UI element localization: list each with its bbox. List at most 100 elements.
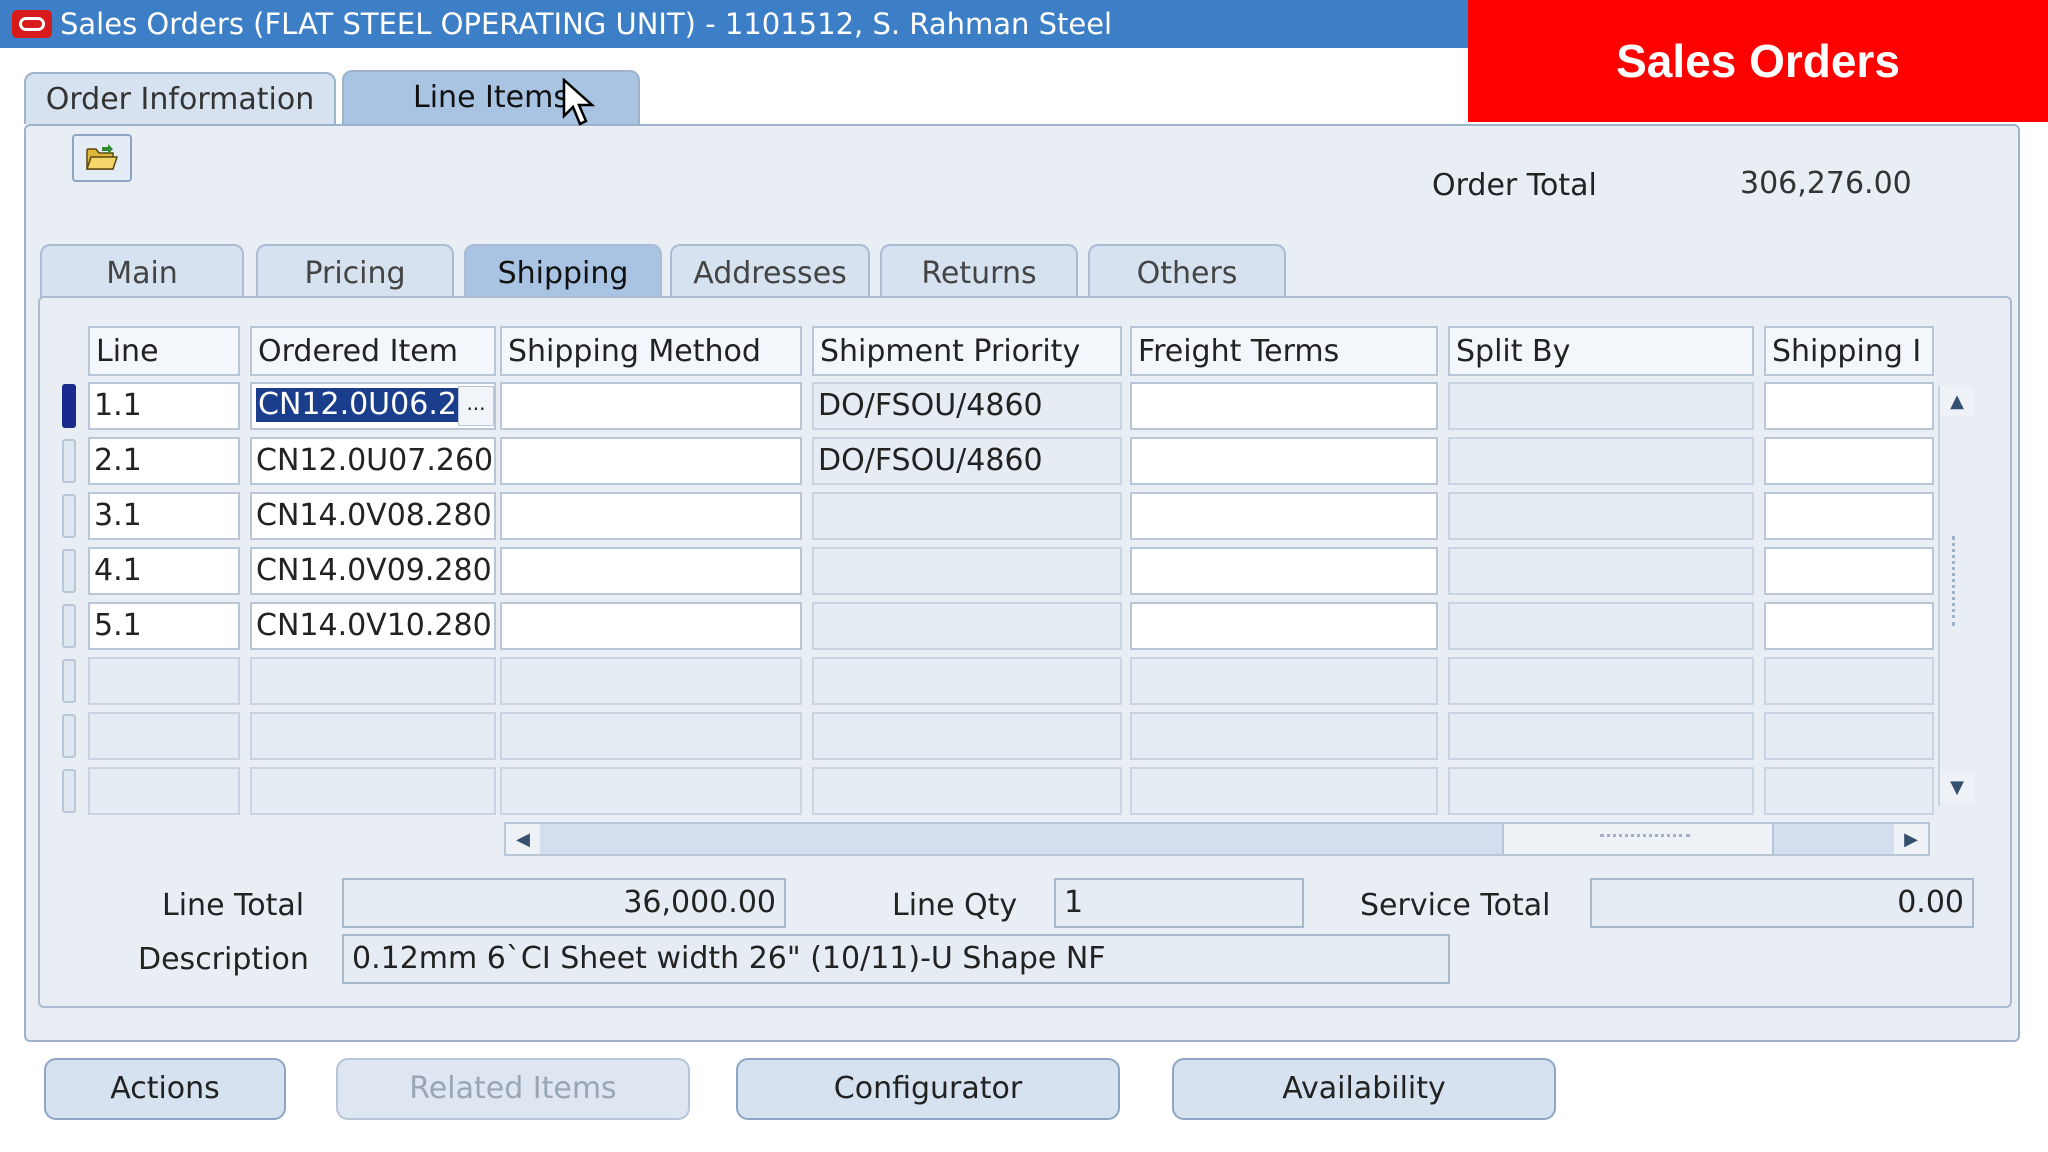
tab-shipping[interactable]: Shipping bbox=[464, 244, 662, 298]
shipping-instructions-cell[interactable] bbox=[1764, 437, 1934, 485]
line-cell[interactable]: 1.1 bbox=[88, 382, 240, 430]
split-by-cell[interactable] bbox=[1448, 657, 1754, 705]
split-by-cell[interactable] bbox=[1448, 547, 1754, 595]
configurator-button[interactable]: Configurator bbox=[736, 1058, 1120, 1120]
shipping-method-cell[interactable] bbox=[500, 602, 802, 650]
oracle-app-icon bbox=[12, 10, 52, 38]
service-total-label: Service Total bbox=[1360, 888, 1551, 923]
shipment-priority-cell[interactable]: DO/FSOU/4860 bbox=[812, 437, 1122, 485]
ordered-item-cell[interactable] bbox=[250, 712, 496, 760]
split-by-cell[interactable] bbox=[1448, 437, 1754, 485]
ordered-item-cell[interactable] bbox=[250, 657, 496, 705]
freight-terms-cell[interactable] bbox=[1130, 712, 1438, 760]
row-indicator[interactable] bbox=[62, 659, 76, 703]
shipping-method-cell[interactable] bbox=[500, 492, 802, 540]
scroll-thumb[interactable] bbox=[1502, 824, 1774, 854]
row-indicator[interactable] bbox=[62, 549, 76, 593]
row-indicator[interactable] bbox=[62, 494, 76, 538]
scroll-left-icon[interactable]: ◀ bbox=[506, 824, 540, 854]
shipping-method-cell[interactable] bbox=[500, 547, 802, 595]
freight-terms-cell[interactable] bbox=[1130, 382, 1438, 430]
row-indicator[interactable] bbox=[62, 714, 76, 758]
sales-orders-banner: Sales Orders bbox=[1468, 0, 2048, 122]
shipment-priority-cell[interactable] bbox=[812, 712, 1122, 760]
vertical-scrollbar[interactable]: ▲ ▼ bbox=[1938, 386, 1974, 806]
window-title: Sales Orders (FLAT STEEL OPERATING UNIT)… bbox=[60, 7, 1113, 41]
tab-others[interactable]: Others bbox=[1088, 244, 1286, 298]
shipping-method-cell[interactable] bbox=[500, 382, 802, 430]
shipping-method-cell[interactable] bbox=[500, 767, 802, 815]
col-header-shipment-priority: Shipment Priority bbox=[812, 326, 1122, 376]
split-by-cell[interactable] bbox=[1448, 382, 1754, 430]
ordered-item-cell[interactable]: CN14.0V10.280 bbox=[250, 602, 496, 650]
line-cell[interactable]: 3.1 bbox=[88, 492, 240, 540]
line-cell[interactable]: 2.1 bbox=[88, 437, 240, 485]
shipment-priority-cell[interactable] bbox=[812, 657, 1122, 705]
split-by-cell[interactable] bbox=[1448, 492, 1754, 540]
order-total-value: 306,276.00 bbox=[1740, 166, 1912, 201]
shipment-priority-cell[interactable] bbox=[812, 547, 1122, 595]
tab-returns[interactable]: Returns bbox=[880, 244, 1078, 298]
ordered-item-cell[interactable]: CN14.0V08.280 bbox=[250, 492, 496, 540]
line-cell[interactable]: 4.1 bbox=[88, 547, 240, 595]
tab-order-information[interactable]: Order Information bbox=[24, 72, 336, 124]
shipment-priority-cell[interactable] bbox=[812, 492, 1122, 540]
service-total-field[interactable]: 0.00 bbox=[1590, 878, 1974, 928]
scroll-right-icon[interactable]: ▶ bbox=[1894, 824, 1928, 854]
related-items-button[interactable]: Related Items bbox=[336, 1058, 690, 1120]
shipping-instructions-cell[interactable] bbox=[1764, 382, 1934, 430]
shipping-instructions-cell[interactable] bbox=[1764, 492, 1934, 540]
freight-terms-cell[interactable] bbox=[1130, 767, 1438, 815]
scroll-up-icon[interactable]: ▲ bbox=[1940, 386, 1974, 416]
shipping-instructions-cell[interactable] bbox=[1764, 657, 1934, 705]
shipping-instructions-cell[interactable] bbox=[1764, 547, 1934, 595]
folder-open-icon bbox=[85, 144, 119, 170]
col-header-ordered-item: Ordered Item bbox=[250, 326, 496, 376]
scroll-grip-icon[interactable] bbox=[1952, 536, 1960, 626]
shipment-priority-cell[interactable]: DO/FSOU/4860 bbox=[812, 382, 1122, 430]
open-folder-button[interactable] bbox=[72, 134, 132, 182]
line-cell[interactable] bbox=[88, 712, 240, 760]
split-by-cell[interactable] bbox=[1448, 767, 1754, 815]
line-qty-label: Line Qty bbox=[892, 888, 1018, 923]
line-cell[interactable] bbox=[88, 657, 240, 705]
shipping-method-cell[interactable] bbox=[500, 437, 802, 485]
row-indicator[interactable] bbox=[62, 384, 76, 428]
ordered-item-cell[interactable]: CN12.0U06.2... bbox=[250, 382, 496, 430]
line-cell[interactable]: 5.1 bbox=[88, 602, 240, 650]
freight-terms-cell[interactable] bbox=[1130, 547, 1438, 595]
availability-button[interactable]: Availability bbox=[1172, 1058, 1556, 1120]
ordered-item-selected-text: CN12.0U06.2 bbox=[256, 388, 459, 422]
horizontal-scrollbar[interactable]: ◀ ▶ bbox=[504, 822, 1930, 856]
shipment-priority-cell[interactable] bbox=[812, 767, 1122, 815]
ordered-item-cell[interactable]: CN12.0U07.260 bbox=[250, 437, 496, 485]
shipping-instructions-cell[interactable] bbox=[1764, 767, 1934, 815]
freight-terms-cell[interactable] bbox=[1130, 657, 1438, 705]
freight-terms-cell[interactable] bbox=[1130, 437, 1438, 485]
shipping-method-cell[interactable] bbox=[500, 657, 802, 705]
description-field[interactable]: 0.12mm 6`CI Sheet width 26" (10/11)-U Sh… bbox=[342, 934, 1450, 984]
lov-ellipsis-button[interactable]: ... bbox=[458, 386, 494, 426]
shipping-instructions-cell[interactable] bbox=[1764, 602, 1934, 650]
line-qty-field[interactable]: 1 bbox=[1054, 878, 1304, 928]
scroll-down-icon[interactable]: ▼ bbox=[1940, 772, 1974, 802]
row-indicator[interactable] bbox=[62, 769, 76, 813]
ordered-item-cell[interactable] bbox=[250, 767, 496, 815]
tab-main[interactable]: Main bbox=[40, 244, 244, 298]
split-by-cell[interactable] bbox=[1448, 602, 1754, 650]
ordered-item-cell[interactable]: CN14.0V09.280 bbox=[250, 547, 496, 595]
freight-terms-cell[interactable] bbox=[1130, 602, 1438, 650]
shipping-instructions-cell[interactable] bbox=[1764, 712, 1934, 760]
freight-terms-cell[interactable] bbox=[1130, 492, 1438, 540]
tab-addresses[interactable]: Addresses bbox=[670, 244, 870, 298]
tab-pricing[interactable]: Pricing bbox=[256, 244, 454, 298]
split-by-cell[interactable] bbox=[1448, 712, 1754, 760]
line-cell[interactable] bbox=[88, 767, 240, 815]
actions-button[interactable]: Actions bbox=[44, 1058, 286, 1120]
row-indicator[interactable] bbox=[62, 439, 76, 483]
shipping-method-cell[interactable] bbox=[500, 712, 802, 760]
row-indicator[interactable] bbox=[62, 604, 76, 648]
shipment-priority-cell[interactable] bbox=[812, 602, 1122, 650]
line-total-field[interactable]: 36,000.00 bbox=[342, 878, 786, 928]
mouse-cursor-icon bbox=[562, 78, 596, 126]
